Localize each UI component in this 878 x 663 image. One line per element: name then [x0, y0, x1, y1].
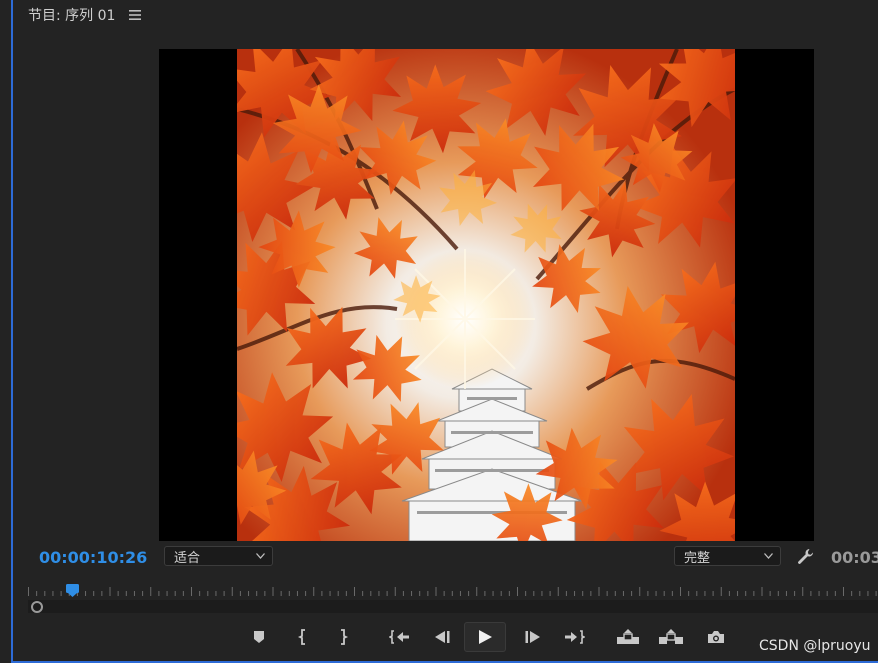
in-point-handle[interactable]: [31, 601, 43, 613]
scrub-bar[interactable]: [28, 600, 878, 613]
mark-out-button[interactable]: [328, 622, 358, 652]
transport-controls: [244, 622, 744, 654]
marker-icon: [254, 631, 264, 643]
zoom-level-dropdown[interactable]: 适合: [164, 546, 273, 566]
export-frame-button[interactable]: [701, 622, 731, 652]
program-monitor-panel: 节目: 序列 01 00:00:10:26 适合 完整 00:03 CSDN @…: [0, 0, 878, 663]
extract-icon: [659, 629, 683, 644]
playback-resolution-dropdown[interactable]: 完整: [674, 546, 781, 566]
panel-header: 节目: 序列 01: [28, 4, 142, 26]
step-back-button[interactable]: [428, 622, 458, 652]
panel-focus-border-left: [11, 0, 13, 663]
video-frame-image: [237, 49, 735, 541]
mark-in-button[interactable]: [288, 622, 318, 652]
go-to-out-icon: [565, 630, 585, 644]
extract-button[interactable]: [656, 622, 686, 652]
go-to-in-icon: [389, 630, 409, 644]
wrench-icon[interactable]: [797, 548, 814, 565]
panel-title[interactable]: 节目: 序列 01: [28, 5, 115, 25]
watermark-text: CSDN @lpruoyu: [759, 638, 871, 654]
sequence-duration: 00:03: [831, 548, 878, 567]
mark-out-icon: [341, 629, 349, 645]
go-to-in-button[interactable]: [385, 622, 415, 652]
camera-icon: [708, 631, 724, 643]
chevron-down-icon: [256, 553, 265, 559]
play-button[interactable]: [464, 622, 506, 652]
lift-icon: [617, 629, 639, 644]
zoom-level-value: 适合: [174, 550, 201, 566]
lift-button[interactable]: [613, 622, 643, 652]
step-forward-icon: [525, 631, 540, 643]
add-marker-button[interactable]: [244, 622, 274, 652]
current-timecode[interactable]: 00:00:10:26: [39, 548, 147, 567]
mark-in-icon: [297, 629, 305, 645]
hamburger-icon[interactable]: [129, 10, 142, 20]
play-icon: [479, 630, 492, 644]
go-to-out-button[interactable]: [559, 622, 589, 652]
playback-resolution-value: 完整: [684, 550, 711, 566]
chevron-down-icon: [764, 553, 773, 559]
video-viewer[interactable]: [159, 49, 814, 541]
step-forward-button[interactable]: [517, 622, 547, 652]
step-back-icon: [435, 631, 450, 643]
time-ruler[interactable]: [28, 580, 878, 602]
